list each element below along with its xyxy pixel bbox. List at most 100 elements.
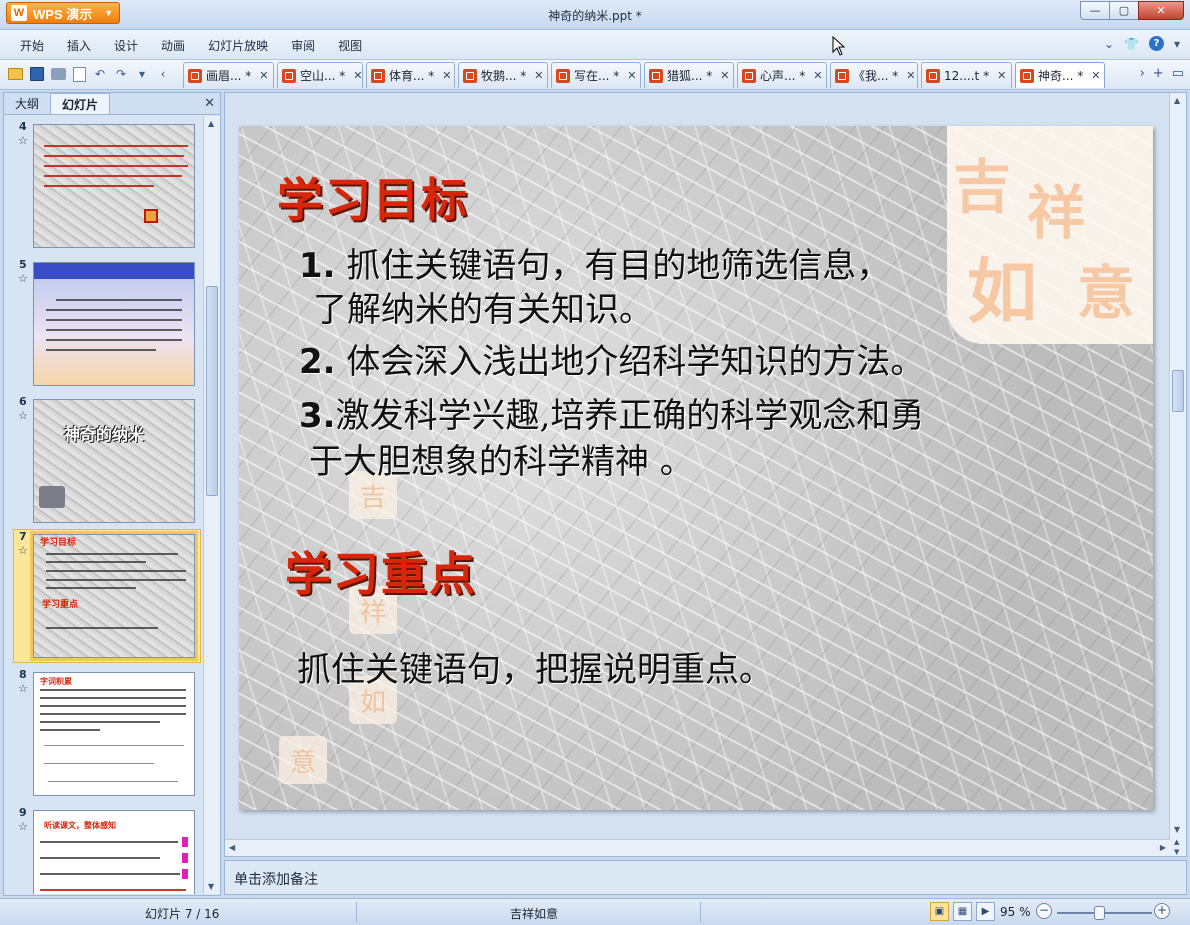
tab-outline[interactable]: 大纲 [4, 93, 50, 114]
ribbon-collapse-icon[interactable]: ⌄ [1104, 37, 1114, 51]
print-icon[interactable] [51, 68, 66, 80]
help-icon[interactable]: ? [1148, 36, 1164, 51]
thumbnail-scrollbar[interactable]: ▲ ▼ [203, 116, 220, 894]
menu-insert[interactable]: 插入 [67, 37, 91, 54]
doc-tab[interactable]: 牧鹅... * ✕ [458, 62, 548, 88]
doc-tab[interactable]: 《我... * ✕ [830, 62, 918, 88]
slide-preview [33, 262, 195, 386]
menu-review[interactable]: 审阅 [291, 37, 315, 54]
heading-key-points: 学习重点 [285, 547, 477, 601]
doc-tab[interactable]: 空山... * ✕ [277, 62, 363, 88]
tab-scroll-left-icon[interactable]: ‹ [154, 65, 172, 83]
menu-slideshow[interactable]: 幻灯片放映 [208, 37, 268, 54]
window-controls: — ▢ ✕ [1080, 1, 1184, 20]
menu-bar: 开始 插入 设计 动画 幻灯片放映 审阅 视图 ⌄ 👕 ? ▾ [0, 30, 1190, 60]
menu-home[interactable]: 开始 [20, 37, 44, 54]
slide-preview: 神奇的纳米 [33, 399, 195, 523]
close-tab-icon[interactable]: ✕ [259, 69, 268, 82]
ppt-file-icon [835, 68, 849, 83]
thumb-title: 神奇的纳米 [64, 425, 145, 444]
new-tab-icon[interactable]: + [1153, 66, 1164, 81]
redo-icon[interactable]: ↷ [112, 65, 130, 83]
close-tab-icon[interactable]: ✕ [353, 69, 362, 82]
menu-design[interactable]: 设计 [114, 37, 138, 54]
close-panel-icon[interactable]: ✕ [204, 96, 215, 111]
scroll-up-icon[interactable]: ▲ [208, 119, 214, 128]
close-tab-icon[interactable]: ✕ [534, 69, 543, 82]
slide-preview: 字词积累 [33, 672, 195, 796]
slide-preview: 听读课文，整体感知 [33, 810, 195, 894]
doc-tab[interactable]: 心声... * ✕ [737, 62, 827, 88]
scroll-left-icon[interactable]: ◀ [229, 843, 235, 852]
normal-view-icon[interactable]: ▣ [930, 902, 949, 921]
title-bar: W WPS 演示 ▼ 神奇的纳米.ppt * — ▢ ✕ [0, 0, 1190, 30]
animation-star-icon: ☆ [18, 409, 28, 422]
scroll-down-icon[interactable]: ▼ [1174, 825, 1180, 834]
scroll-up-icon[interactable]: ▲ [1174, 96, 1180, 105]
seal-icon [39, 486, 65, 508]
doc-tab[interactable]: 猎狐... * ✕ [644, 62, 734, 88]
ppt-file-icon [463, 68, 477, 83]
close-tab-icon[interactable]: ✕ [442, 69, 451, 82]
tab-slides[interactable]: 幻灯片 [50, 93, 111, 114]
ppt-file-icon [282, 68, 296, 83]
print-preview-icon[interactable] [73, 66, 86, 82]
close-tab-icon[interactable]: ✕ [627, 69, 636, 82]
skin-icon[interactable]: 👕 [1124, 37, 1139, 51]
next-slide-icon[interactable]: ▼ [1174, 848, 1179, 856]
undo-icon[interactable]: ↶ [91, 65, 109, 83]
doc-tab[interactable]: 12....t * ✕ [921, 62, 1012, 88]
slide-counter: 幻灯片 7 / 16 [145, 907, 220, 921]
zoom-slider-handle[interactable] [1094, 906, 1105, 920]
close-tab-icon[interactable]: ✕ [906, 69, 915, 82]
animation-star-icon: ☆ [18, 544, 28, 557]
slide-preview: 学习目标 学习重点 [30, 531, 198, 661]
close-button[interactable]: ✕ [1138, 1, 1184, 20]
prev-slide-icon[interactable]: ▲ [1174, 838, 1179, 846]
quick-toolbar: ↶ ↷ ▾ ‹ 画眉... * ✕ 空山... * ✕ 体育... * ✕ 牧鹅...… [0, 60, 1190, 90]
goal-item-1-cont: 了解纳米的有关知识。 [313, 290, 653, 330]
close-tab-icon[interactable]: ✕ [720, 69, 729, 82]
ppt-file-icon [926, 68, 940, 83]
scroll-down-icon[interactable]: ▼ [208, 882, 214, 891]
key-point-text: 抓住关键语句，把握说明重点。 [297, 650, 773, 690]
slide-vertical-scrollbar[interactable]: ▲ ▼ ▲ ▼ [1169, 93, 1186, 856]
menu-animation[interactable]: 动画 [161, 37, 185, 54]
doc-tab[interactable]: 画眉... * ✕ [183, 62, 274, 88]
ppt-file-icon [1020, 68, 1034, 83]
close-tab-icon[interactable]: ✕ [1091, 69, 1100, 82]
seal-icon: 意 [279, 736, 327, 784]
maximize-button[interactable]: ▢ [1109, 1, 1139, 20]
chevron-down-icon[interactable]: ▾ [1174, 37, 1180, 51]
window-title: 神奇的纳米.ppt * [548, 9, 642, 23]
scroll-thumb[interactable] [206, 286, 218, 496]
close-tab-icon[interactable]: ✕ [997, 69, 1006, 82]
doc-tab-active[interactable]: 神奇... * ✕ [1015, 62, 1105, 88]
slide-preview [33, 124, 195, 248]
scroll-right-icon[interactable]: ▶ [1160, 843, 1166, 852]
close-tab-icon[interactable]: ✕ [813, 69, 822, 82]
minimize-button[interactable]: — [1080, 1, 1110, 20]
save-icon[interactable] [30, 67, 44, 81]
zoom-out-icon[interactable]: − [1036, 903, 1052, 919]
slide-canvas[interactable]: 吉 祥 如 意 吉 祥 如 意 学习目标 1. 抓住关键语句，有目的地筛选信息，… [239, 126, 1153, 810]
notes-area[interactable]: 单击添加备注 [224, 860, 1187, 895]
theme-name: 吉祥如意 [510, 907, 559, 921]
menu-view[interactable]: 视图 [338, 37, 362, 54]
tab-list-icon[interactable]: ▭ [1172, 66, 1184, 81]
tab-scroll-right-icon[interactable]: › [1140, 66, 1145, 81]
doc-tab[interactable]: 写在... * ✕ [551, 62, 641, 88]
goal-item-2: 2. 体会深入浅出地介绍科学知识的方法。 [299, 342, 925, 382]
ppt-file-icon [188, 68, 202, 83]
animation-star-icon: ☆ [18, 272, 28, 285]
zoom-in-icon[interactable]: + [1154, 903, 1170, 919]
doc-tab[interactable]: 体育... * ✕ [366, 62, 455, 88]
scroll-thumb[interactable] [1172, 370, 1184, 412]
customize-toolbar-icon[interactable]: ▾ [133, 65, 151, 83]
ppt-file-icon [556, 68, 570, 83]
goal-item-1: 1. 抓住关键语句，有目的地筛选信息， [299, 246, 891, 286]
slideshow-icon[interactable]: ▶ [976, 902, 995, 921]
open-folder-icon[interactable] [8, 68, 23, 80]
slide-horizontal-scrollbar[interactable]: ◀ ▶ [225, 839, 1170, 856]
slide-sorter-icon[interactable]: ▦ [953, 902, 972, 921]
